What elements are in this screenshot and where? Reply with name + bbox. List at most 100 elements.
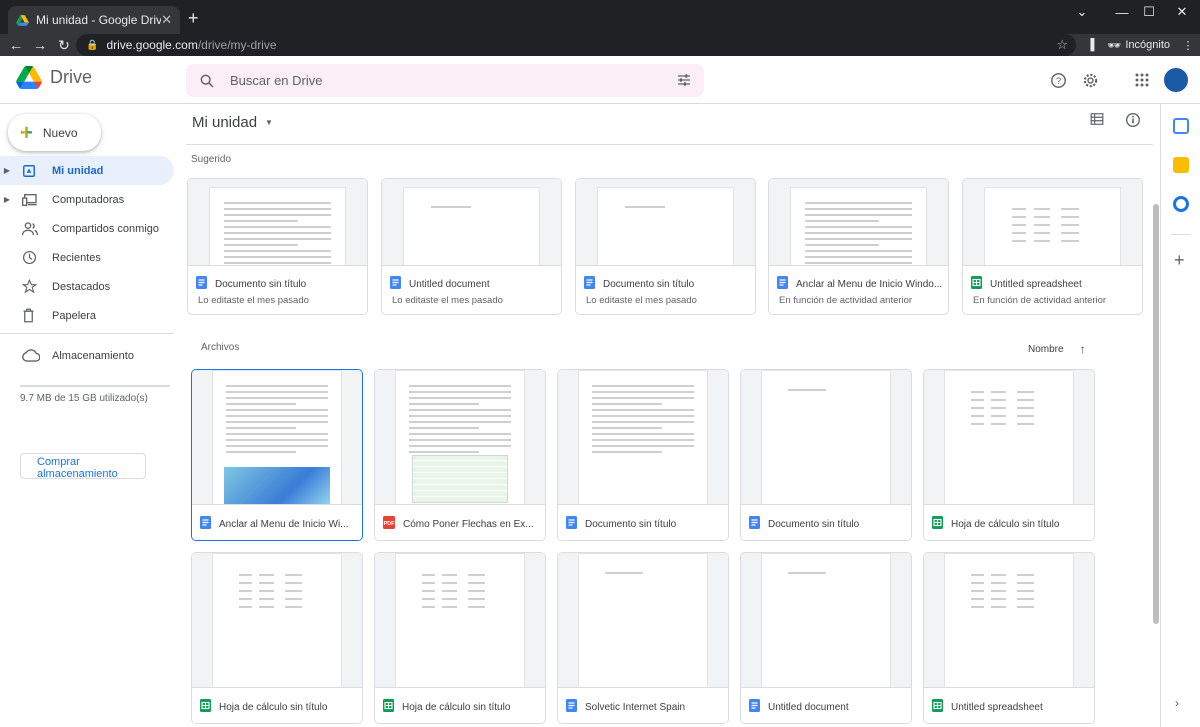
- sidebar-item-recent[interactable]: Recientes: [0, 243, 174, 272]
- sheets-icon: [932, 516, 943, 532]
- list-view-icon[interactable]: [1090, 112, 1104, 131]
- forward-icon[interactable]: →: [28, 37, 52, 53]
- tasks-icon[interactable]: [1173, 196, 1189, 212]
- keep-icon[interactable]: [1173, 157, 1189, 173]
- search-input[interactable]: Buscar en Drive: [186, 64, 704, 97]
- new-tab-icon[interactable]: +: [188, 9, 199, 27]
- file-thumbnail: [963, 179, 1142, 267]
- new-button[interactable]: + Nuevo: [8, 114, 101, 151]
- help-icon[interactable]: ?: [1048, 70, 1068, 90]
- sidebar: + Nuevo ▶ Mi unidad ▶ Computadoras Compa…: [0, 104, 180, 727]
- plus-icon: +: [20, 119, 33, 145]
- bookmark-star-icon[interactable]: ☆: [1056, 37, 1068, 53]
- suggested-card[interactable]: Anclar al Menu de Inicio Windo... En fun…: [768, 178, 949, 315]
- docs-icon: [390, 276, 401, 292]
- sidebar-item-starred[interactable]: Destacados: [0, 272, 174, 301]
- tab-search-icon[interactable]: ⌄: [1064, 0, 1100, 24]
- file-card[interactable]: Anclar al Menu de Inicio Wi...: [191, 369, 363, 541]
- sidebar-item-shared[interactable]: Compartidos conmigo: [0, 214, 174, 243]
- file-thumbnail: [576, 179, 755, 267]
- buy-storage-button[interactable]: Comprar almacenamiento: [20, 453, 146, 480]
- suggested-card[interactable]: Documento sin título Lo editaste el mes …: [187, 178, 368, 315]
- browser-tab-strip: Mi unidad - Google Drive ✕ + ⌄ — ☐ ✕: [0, 0, 1200, 34]
- storage-bar: [20, 385, 170, 387]
- people-icon: [22, 221, 40, 236]
- file-card[interactable]: Documento sin título: [557, 369, 729, 541]
- storage-usage: 9.7 MB de 15 GB utilizado(s): [20, 393, 148, 404]
- file-thumbnail: [188, 179, 367, 270]
- docs-icon: [777, 276, 788, 292]
- file-card[interactable]: PDF Cómo Poner Flechas en Ex...: [374, 369, 546, 541]
- file-thumbnail: [769, 179, 948, 270]
- file-reason: En función de actividad anterior: [779, 295, 913, 306]
- settings-gear-icon[interactable]: [1080, 70, 1100, 90]
- file-thumbnail: [924, 370, 1094, 506]
- search-options-icon[interactable]: [676, 72, 692, 88]
- url-path: /drive/my-drive: [197, 38, 277, 52]
- browser-toolbar: ← → ↻ 🔒 drive.google.com/drive/my-drive …: [0, 34, 1200, 56]
- file-card[interactable]: Hoja de cálculo sin título: [374, 552, 546, 724]
- tab-close-icon[interactable]: ✕: [161, 12, 172, 28]
- suggested-section-title: Sugerido: [191, 154, 232, 165]
- sidebar-item-label: Computadoras: [52, 193, 125, 206]
- add-addon-icon[interactable]: +: [1174, 250, 1185, 271]
- sidebar-item-trash[interactable]: Papelera: [0, 301, 174, 330]
- sidebar-item-storage[interactable]: Almacenamiento: [0, 341, 174, 370]
- scrollbar[interactable]: [1153, 104, 1159, 727]
- calendar-icon[interactable]: [1173, 118, 1189, 134]
- file-name: Cómo Poner Flechas en Ex...: [403, 518, 534, 530]
- docs-icon: [196, 276, 207, 292]
- browser-menu-icon[interactable]: ⋮: [1176, 39, 1200, 52]
- file-card[interactable]: Untitled document: [740, 552, 912, 724]
- file-reason: Lo editaste el mes pasado: [392, 295, 503, 306]
- file-name: Hoja de cálculo sin título: [951, 518, 1060, 530]
- back-icon[interactable]: ←: [4, 37, 28, 53]
- drive-app: Drive Buscar en Drive ? + Nuevo ▶ Mi uni…: [0, 56, 1200, 727]
- sidebar-item-my-drive[interactable]: ▶ Mi unidad: [0, 156, 174, 185]
- header-divider: [186, 144, 1153, 145]
- browser-tab[interactable]: Mi unidad - Google Drive ✕: [8, 6, 180, 34]
- maximize-icon[interactable]: ☐: [1131, 0, 1167, 24]
- sidebar-item-label: Almacenamiento: [52, 349, 134, 362]
- suggested-card[interactable]: Untitled spreadsheet En función de activ…: [962, 178, 1143, 315]
- file-thumbnail: [558, 370, 728, 506]
- file-name: Hoja de cálculo sin título: [219, 701, 328, 713]
- docs-icon: [566, 516, 577, 532]
- search-placeholder: Buscar en Drive: [230, 73, 323, 88]
- sidebar-item-label: Papelera: [52, 309, 97, 322]
- account-avatar[interactable]: [1164, 68, 1188, 92]
- sidebar-item-label: Mi unidad: [52, 164, 104, 177]
- file-name: Documento sin título: [585, 518, 677, 530]
- profile-label[interactable]: Incógnito: [1125, 39, 1170, 51]
- collapse-panel-icon[interactable]: ›: [1175, 696, 1179, 710]
- suggested-card[interactable]: Documento sin título Lo editaste el mes …: [575, 178, 756, 315]
- sidebar-item-computers[interactable]: ▶ Computadoras: [0, 185, 174, 214]
- side-panel-icon[interactable]: ▐: [1077, 39, 1103, 51]
- file-card[interactable]: Solvetic Internet Spain: [557, 552, 729, 724]
- reload-icon[interactable]: ↻: [52, 37, 76, 54]
- docs-icon: [200, 516, 211, 532]
- scrollbar-thumb[interactable]: [1153, 204, 1159, 624]
- sort-arrow-up-icon[interactable]: ↑: [1080, 342, 1086, 356]
- info-icon[interactable]: [1125, 112, 1141, 133]
- my-drive-icon: [22, 164, 40, 178]
- file-card[interactable]: Hoja de cálculo sin título: [191, 552, 363, 724]
- docs-icon: [566, 699, 577, 715]
- expand-arrow-icon[interactable]: ▶: [0, 195, 14, 204]
- docs-icon: [749, 699, 760, 715]
- apps-grid-icon[interactable]: [1132, 70, 1152, 90]
- file-card[interactable]: Documento sin título: [740, 369, 912, 541]
- file-reason: Lo editaste el mes pasado: [198, 295, 309, 306]
- search-icon[interactable]: [198, 73, 216, 89]
- file-card[interactable]: Untitled spreadsheet: [923, 552, 1095, 724]
- page-title-label: Mi unidad: [192, 114, 258, 131]
- suggested-card[interactable]: Untitled document Lo editaste el mes pas…: [381, 178, 562, 315]
- page-title[interactable]: Mi unidad ▼: [192, 114, 273, 131]
- drive-logo[interactable]: Drive: [16, 66, 92, 89]
- file-card[interactable]: Hoja de cálculo sin título: [923, 369, 1095, 541]
- computer-icon: [22, 193, 40, 207]
- sort-control[interactable]: Nombre ↑: [1028, 342, 1086, 356]
- close-window-icon[interactable]: ✕: [1164, 0, 1200, 24]
- expand-arrow-icon[interactable]: ▶: [0, 166, 14, 175]
- address-bar[interactable]: 🔒 drive.google.com/drive/my-drive ☆: [76, 34, 1076, 56]
